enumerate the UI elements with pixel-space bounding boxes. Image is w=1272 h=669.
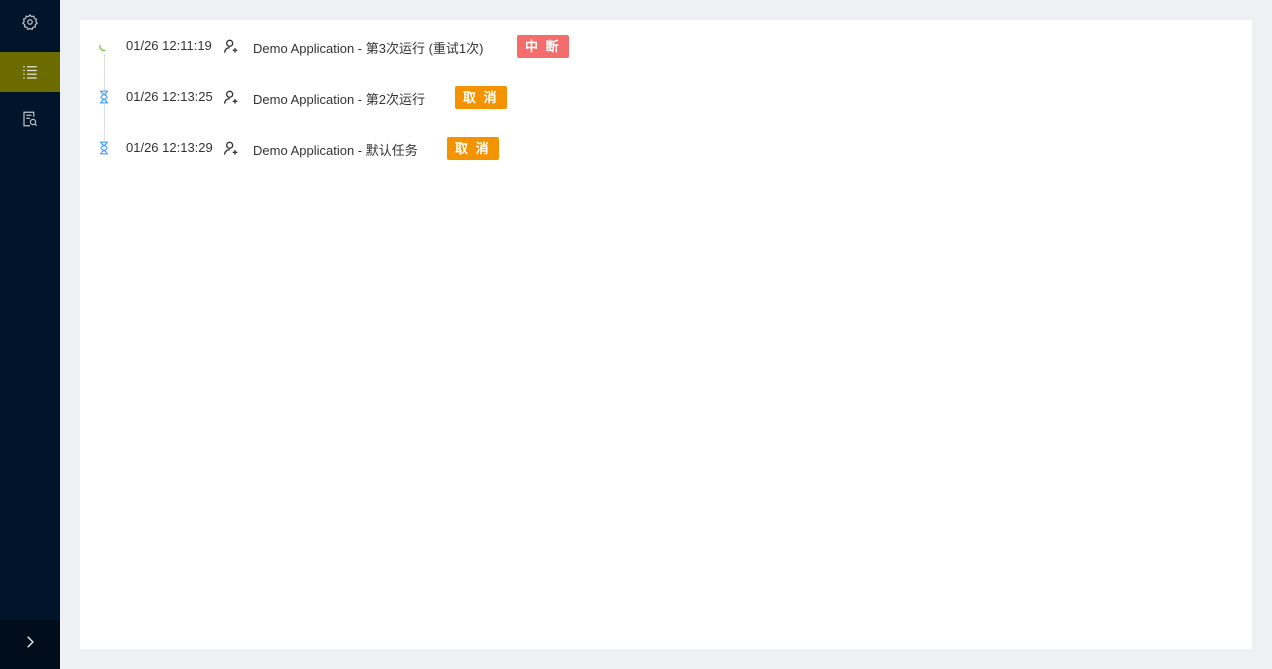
user-add-icon (223, 38, 239, 54)
loading-icon (97, 39, 111, 53)
run-name: Demo Application - 第2次运行 (253, 92, 425, 107)
run-history-panel: 01/26 12:11:19 Demo Application - 第3次运行 … (80, 20, 1252, 649)
user-add-icon (223, 89, 239, 105)
run-time: 01/26 12:11:19 (126, 38, 212, 53)
sidebar-item-search[interactable] (0, 99, 60, 139)
list-icon (21, 63, 39, 81)
search-document-icon (21, 110, 39, 128)
gear-icon (21, 13, 39, 31)
chevron-right-icon (23, 635, 37, 654)
user-add-icon (223, 140, 239, 156)
status-badge[interactable]: 中 断 (517, 35, 569, 58)
hourglass-icon (97, 141, 111, 155)
status-badge[interactable]: 取 消 (447, 137, 499, 160)
run-name: Demo Application - 默认任务 (253, 143, 418, 158)
sidebar (0, 0, 60, 669)
run-name: Demo Application - 第3次运行 (重试1次) (253, 41, 484, 56)
sidebar-item-settings[interactable] (0, 2, 60, 42)
sidebar-expand-button[interactable] (0, 620, 60, 669)
run-time: 01/26 12:13:29 (126, 140, 213, 155)
hourglass-icon (97, 90, 111, 104)
status-badge[interactable]: 取 消 (455, 86, 507, 109)
run-time: 01/26 12:13:25 (126, 89, 213, 104)
sidebar-item-list[interactable] (0, 52, 60, 92)
